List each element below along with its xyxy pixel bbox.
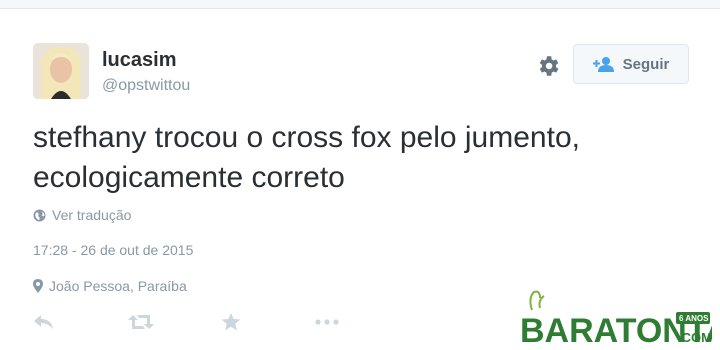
- tweet-text-line: stefhany trocou o cross fox pelo jumento…: [33, 121, 580, 154]
- follow-button[interactable]: Seguir: [573, 44, 689, 84]
- retweet-icon: [128, 315, 154, 329]
- watermark-badge: 6 ANOS: [679, 314, 709, 323]
- translate-label: Ver tradução: [52, 207, 132, 223]
- tweet-actions: [33, 310, 353, 334]
- author-fullname[interactable]: lucasim: [102, 49, 176, 72]
- translate-link[interactable]: Ver tradução: [33, 207, 131, 223]
- avatar[interactable]: [33, 43, 89, 99]
- follow-button-label: Seguir: [622, 55, 670, 73]
- avatar-image: [33, 43, 89, 99]
- gear-icon[interactable]: [535, 53, 561, 79]
- favorite-icon: [221, 313, 241, 331]
- more-icon: [315, 319, 339, 325]
- location-label: João Pessoa, Paraíba: [49, 278, 187, 294]
- more-button[interactable]: [315, 310, 339, 334]
- author-username[interactable]: @opstwittou: [102, 77, 190, 95]
- watermark-logo: BARATONTA BARATONTA 6 ANOS .COM: [518, 290, 712, 348]
- favorite-button[interactable]: [221, 310, 241, 334]
- globe-icon: [33, 208, 46, 222]
- add-user-icon: [592, 57, 614, 72]
- location-pin-icon: [33, 279, 43, 293]
- reply-icon: [34, 315, 53, 329]
- top-border: [0, 0, 720, 9]
- tweet-text: stefhany trocou o cross fox pelo jumento…: [33, 118, 683, 198]
- tweet-text-line: ecologicamente correto: [33, 161, 345, 194]
- watermark-suffix: .COM: [678, 330, 712, 345]
- reply-button[interactable]: [33, 310, 55, 334]
- tweet-timestamp: 17:28 - 26 de out de 2015: [33, 242, 194, 258]
- tweet-location[interactable]: João Pessoa, Paraíba: [33, 278, 187, 294]
- retweet-button[interactable]: [128, 310, 154, 334]
